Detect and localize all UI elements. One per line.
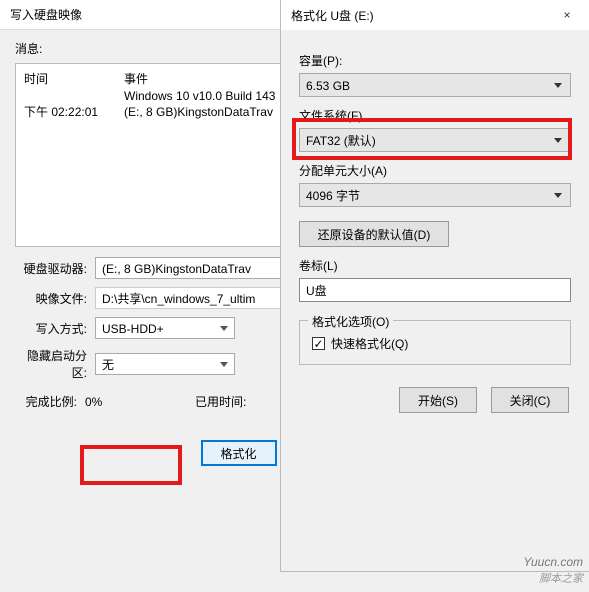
capacity-combo[interactable]: 6.53 GB [299, 73, 571, 97]
front-titlebar: 格式化 U盘 (E:) × [281, 0, 589, 30]
progress-label: 完成比例: [15, 393, 85, 410]
log-header-time: 时间 [24, 70, 124, 87]
back-title: 写入硬盘映像 [10, 6, 82, 23]
front-content: 容量(P): 6.53 GB 文件系统(F) FAT32 (默认) 分配单元大小… [281, 30, 589, 421]
allocation-value: 4096 字节 [306, 189, 360, 203]
hidden-label: 隐藏启动分区: [15, 347, 95, 381]
drive-value: (E:, 8 GB)KingstonDataTrav [102, 262, 251, 276]
quick-format-row[interactable]: ✓ 快速格式化(Q) [312, 335, 558, 352]
volume-label-label: 卷标(L) [299, 257, 571, 274]
format-button[interactable]: 格式化 [201, 440, 277, 466]
quick-format-checkbox[interactable]: ✓ [312, 337, 325, 350]
quick-format-label: 快速格式化(Q) [331, 335, 408, 352]
format-button-label: 格式化 [220, 445, 256, 462]
front-title: 格式化 U盘 (E:) [291, 7, 374, 24]
volume-label-value: U盘 [306, 284, 327, 298]
log-time-cell: 下午 02:22:01 [24, 104, 124, 120]
start-button-label: 开始(S) [418, 392, 458, 409]
watermark-line1: Yuucn.com [523, 554, 583, 571]
format-options-legend: 格式化选项(O) [308, 313, 393, 330]
format-dialog: 格式化 U盘 (E:) × 容量(P): 6.53 GB 文件系统(F) FAT… [280, 0, 589, 572]
close-button[interactable]: 关闭(C) [491, 387, 569, 413]
method-combo[interactable]: USB-HDD+ [95, 317, 235, 339]
method-value: USB-HDD+ [102, 322, 164, 336]
allocation-label: 分配单元大小(A) [299, 162, 571, 179]
hidden-combo[interactable]: 无 [95, 353, 235, 375]
log-time-cell [24, 88, 124, 104]
front-button-row: 开始(S) 关闭(C) [299, 387, 571, 413]
method-label: 写入方式: [15, 320, 95, 337]
allocation-combo[interactable]: 4096 字节 [299, 183, 571, 207]
image-value: D:\共享\cn_windows_7_ultim [102, 292, 255, 306]
watermark-line2: 脚本之家 [523, 571, 583, 588]
capacity-value: 6.53 GB [306, 79, 350, 93]
filesystem-combo[interactable]: FAT32 (默认) [299, 128, 571, 152]
capacity-label: 容量(P): [299, 52, 571, 69]
hidden-value: 无 [102, 358, 114, 372]
restore-defaults-button[interactable]: 还原设备的默认值(D) [299, 221, 449, 247]
watermark: Yuucn.com 脚本之家 [523, 554, 583, 588]
volume-label-input[interactable]: U盘 [299, 278, 571, 302]
start-button[interactable]: 开始(S) [399, 387, 477, 413]
log-header-event: 事件 [124, 70, 148, 87]
filesystem-value: FAT32 (默认) [306, 134, 376, 148]
restore-button-label: 还原设备的默认值(D) [318, 226, 431, 243]
image-label: 映像文件: [15, 290, 95, 307]
filesystem-label: 文件系统(F) [299, 107, 571, 124]
close-icon[interactable]: × [545, 0, 589, 30]
close-button-label: 关闭(C) [510, 392, 551, 409]
drive-label: 硬盘驱动器: [15, 260, 95, 277]
elapsed-label: 已用时间: [195, 393, 255, 410]
progress-value: 0% [85, 395, 195, 409]
